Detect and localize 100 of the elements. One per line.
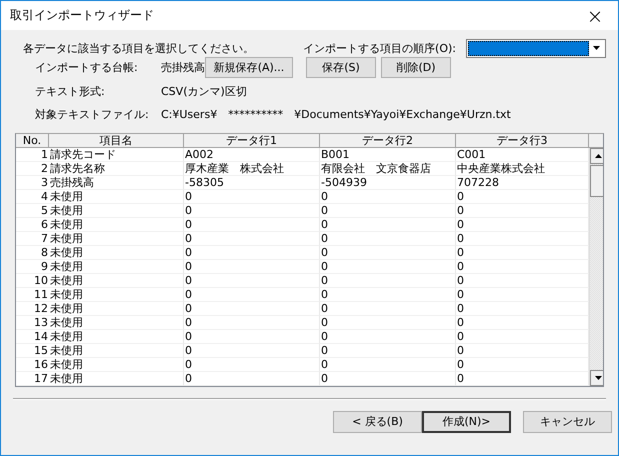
row-number: 1 — [16, 148, 49, 162]
table-cell[interactable]: 0 — [456, 204, 589, 218]
column-header[interactable]: 項目名 — [49, 134, 184, 148]
table-cell[interactable]: 0 — [184, 302, 320, 316]
item-name-cell[interactable]: 請求先名称 — [49, 162, 184, 176]
table-cell[interactable]: 0 — [184, 218, 320, 232]
close-button[interactable]: × — [572, 1, 618, 30]
table-cell[interactable]: 0 — [184, 260, 320, 274]
table-cell[interactable]: 0 — [320, 232, 456, 246]
scroll-thumb[interactable] — [590, 164, 603, 196]
table-cell[interactable]: 0 — [320, 316, 456, 330]
item-name-cell[interactable]: 未使用 — [49, 218, 184, 232]
table-cell[interactable]: 0 — [184, 372, 320, 386]
row-number: 2 — [16, 162, 49, 176]
table-cell[interactable]: 0 — [184, 246, 320, 260]
table-cell[interactable]: 0 — [456, 246, 589, 260]
column-header[interactable]: データ行2 — [320, 134, 456, 148]
table-cell[interactable]: 0 — [320, 344, 456, 358]
table-cell[interactable]: 0 — [184, 288, 320, 302]
table-cell[interactable]: 0 — [320, 246, 456, 260]
table-cell[interactable]: B001 — [320, 148, 456, 162]
table-cell[interactable]: 中央産業株式会社 — [456, 162, 589, 176]
table-cell[interactable]: 0 — [456, 190, 589, 204]
table-cell[interactable]: 0 — [456, 358, 589, 372]
wizard-button[interactable]: キャンセル — [523, 410, 612, 432]
item-name-cell[interactable]: 未使用 — [49, 232, 184, 246]
item-name-cell[interactable]: 未使用 — [49, 316, 184, 330]
row-number: 10 — [16, 274, 49, 288]
instruction-text: 各データに該当する項目を選択してください。 — [23, 40, 254, 56]
wizard-button[interactable]: 作成(N)> — [422, 410, 511, 432]
table-cell[interactable]: 0 — [320, 372, 456, 386]
order-button[interactable]: 新規保存(A)... — [205, 57, 293, 78]
item-name-cell[interactable]: 未使用 — [49, 274, 184, 288]
order-dropdown[interactable] — [466, 38, 606, 58]
column-header[interactable]: データ行1 — [184, 134, 320, 148]
table-cell[interactable]: 0 — [184, 330, 320, 344]
table-cell[interactable]: 0 — [320, 330, 456, 344]
table-cell[interactable]: 0 — [184, 204, 320, 218]
item-name-cell[interactable]: 未使用 — [49, 260, 184, 274]
table-cell[interactable]: 0 — [320, 288, 456, 302]
table-cell[interactable]: 0 — [320, 218, 456, 232]
table-cell[interactable]: 0 — [456, 260, 589, 274]
table-cell[interactable]: 0 — [456, 288, 589, 302]
item-name-cell[interactable]: 未使用 — [49, 288, 184, 302]
row-number: 9 — [16, 260, 49, 274]
table-cell[interactable]: 707228 — [456, 176, 589, 190]
table-cell[interactable]: 0 — [456, 232, 589, 246]
item-name-cell[interactable]: 未使用 — [49, 330, 184, 344]
table-cell[interactable]: C001 — [456, 148, 589, 162]
table-cell[interactable]: 0 — [456, 274, 589, 288]
table-cell[interactable]: 0 — [184, 316, 320, 330]
table-cell[interactable]: 0 — [320, 260, 456, 274]
order-button[interactable]: 保存(S) — [306, 57, 376, 78]
table-cell[interactable]: -58305 — [184, 176, 320, 190]
item-name-cell[interactable]: 売掛残高 — [49, 176, 184, 190]
row-number: 17 — [16, 372, 49, 386]
item-name-cell[interactable]: 未使用 — [49, 246, 184, 260]
item-name-cell[interactable]: 未使用 — [49, 190, 184, 204]
info-label: 対象テキストファイル: — [35, 107, 150, 122]
info-label: テキスト形式: — [35, 84, 106, 99]
table-cell[interactable]: 0 — [184, 274, 320, 288]
item-name-cell[interactable]: 未使用 — [49, 358, 184, 372]
table-cell[interactable]: -504939 — [320, 176, 456, 190]
table-cell[interactable]: A002 — [184, 148, 320, 162]
table-cell[interactable]: 0 — [320, 274, 456, 288]
row-number: 14 — [16, 330, 49, 344]
table-cell[interactable]: 0 — [320, 190, 456, 204]
window-title: 取引インポートウィザード — [10, 7, 154, 24]
table-cell[interactable]: 0 — [184, 358, 320, 372]
column-header[interactable]: データ行3 — [456, 134, 589, 148]
table-cell[interactable]: 0 — [184, 344, 320, 358]
row-number: 11 — [16, 288, 49, 302]
item-name-cell[interactable]: 未使用 — [49, 344, 184, 358]
table-cell[interactable]: 0 — [184, 232, 320, 246]
item-name-cell[interactable]: 請求先コード — [49, 148, 184, 162]
table-cell[interactable]: 0 — [320, 204, 456, 218]
table-cell[interactable]: 0 — [320, 358, 456, 372]
column-header[interactable]: No. — [16, 134, 49, 148]
order-label: インポートする項目の順序(O): — [303, 40, 456, 56]
row-number: 8 — [16, 246, 49, 260]
scrollbar[interactable] — [589, 148, 603, 386]
item-name-cell[interactable]: 未使用 — [49, 372, 184, 386]
table-cell[interactable]: 0 — [456, 316, 589, 330]
item-name-cell[interactable]: 未使用 — [49, 302, 184, 316]
table-cell[interactable]: 0 — [456, 330, 589, 344]
table-cell[interactable]: 0 — [456, 302, 589, 316]
scroll-down-button[interactable] — [590, 370, 603, 386]
table-cell[interactable]: 0 — [456, 344, 589, 358]
table-cell[interactable]: 0 — [184, 190, 320, 204]
wizard-button[interactable]: < 戻る(B) — [333, 410, 422, 432]
row-number: 7 — [16, 232, 49, 246]
table-cell[interactable]: 0 — [456, 372, 589, 386]
table-cell[interactable]: 0 — [320, 302, 456, 316]
row-number: 6 — [16, 218, 49, 232]
order-button[interactable]: 削除(D) — [381, 57, 451, 78]
item-name-cell[interactable]: 未使用 — [49, 204, 184, 218]
table-cell[interactable]: 有限会社 文京食器店 — [320, 162, 456, 176]
table-cell[interactable]: 厚木産業 株式会社 — [184, 162, 320, 176]
table-cell[interactable]: 0 — [456, 218, 589, 232]
scroll-up-button[interactable] — [590, 148, 603, 164]
